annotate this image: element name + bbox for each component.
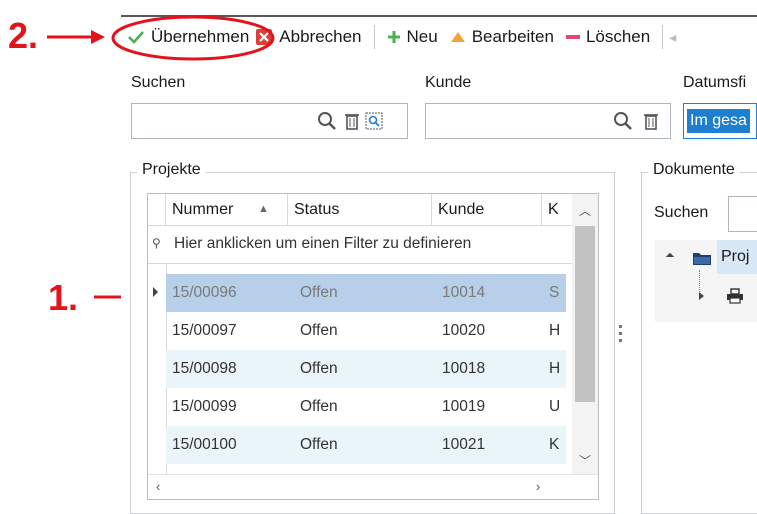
scroll-up-arrow-icon[interactable]: ︿ — [579, 202, 591, 219]
filter-hint: Hier anklicken um einen Filter zu defini… — [174, 235, 472, 252]
column-header-k[interactable]: K — [542, 194, 572, 225]
scrollbar-thumb[interactable] — [575, 226, 595, 402]
bearbeiten-label: Bearbeiten — [471, 27, 554, 46]
tree-expand-icon[interactable] — [665, 252, 675, 262]
filter-pin-icon: ⚲ — [152, 236, 161, 250]
splitter-handle-icon[interactable] — [619, 325, 623, 342]
table-row[interactable]: 15/00100 Offen 10021 K — [166, 426, 566, 464]
annotation-step-2: 2. — [8, 15, 39, 56]
scroll-down-arrow-icon[interactable]: ﹀ — [579, 452, 591, 469]
minus-icon — [565, 35, 580, 39]
projekte-grid: Nummer ▲ Status Kunde K ⚲ Hier anklicken… — [147, 193, 599, 500]
loeschen-label: Löschen — [585, 27, 651, 46]
annotation-step-1: 1. — [48, 277, 79, 318]
printer-icon — [727, 288, 743, 304]
edit-triangle-icon — [450, 32, 465, 42]
projekte-title: Projekte — [137, 161, 206, 179]
document-tree: Proj — [655, 240, 757, 322]
horizontal-scrollbar[interactable]: ‹ › — [148, 474, 598, 499]
row-indicator-header — [148, 194, 166, 225]
tree-child-expand-icon[interactable] — [699, 292, 704, 300]
kunde-trash-icon[interactable] — [640, 110, 662, 132]
datumsfilter-value: Im gesa — [687, 109, 750, 133]
dokumente-search-input[interactable] — [728, 196, 757, 232]
current-row-pointer-icon — [153, 287, 158, 297]
scroll-left-arrow-icon[interactable]: ‹ — [156, 479, 160, 494]
scroll-right-arrow-icon[interactable]: › — [536, 479, 540, 494]
table-row[interactable]: 15/00096 Offen 10014 S — [166, 274, 566, 312]
table-row[interactable]: 15/00097 Offen 10020 H — [166, 312, 566, 350]
trash-icon[interactable] — [341, 110, 363, 132]
kunde-label: Kunde — [425, 74, 472, 91]
suchen-label: Suchen — [131, 74, 186, 91]
dokumente-title: Dokumente — [648, 161, 740, 179]
table-row[interactable]: 15/00098 Offen 10018 H — [166, 350, 566, 388]
row-indicator-column — [148, 264, 167, 499]
neu-button[interactable]: Neu — [387, 27, 438, 47]
tree-root-label[interactable]: Proj — [717, 240, 757, 274]
neu-label: Neu — [406, 27, 438, 46]
abbrechen-label: Abbrechen — [279, 27, 362, 46]
bearbeiten-button[interactable]: Bearbeiten — [450, 27, 554, 47]
kunde-search-icon[interactable] — [612, 110, 634, 132]
grid-header: Nummer ▲ Status Kunde K — [148, 194, 598, 226]
column-header-nummer-label: Nummer — [172, 201, 234, 218]
more-arrow-icon[interactable]: ◂ — [669, 29, 676, 46]
plus-icon — [387, 31, 400, 43]
column-header-nummer[interactable]: Nummer ▲ — [166, 194, 288, 225]
column-header-status[interactable]: Status — [288, 194, 432, 225]
sort-ascending-icon: ▲ — [258, 203, 269, 215]
datumsfilter-select[interactable]: Im gesa — [683, 103, 757, 139]
folder-icon — [693, 253, 711, 265]
toolbar-separator — [373, 25, 375, 49]
annotation-arrow-2 — [47, 30, 105, 44]
tree-connector — [699, 270, 701, 292]
search-icon[interactable] — [316, 110, 338, 132]
dokumente-suchen-label: Suchen — [654, 204, 709, 221]
vertical-scrollbar[interactable]: ︿ ﹀ — [572, 194, 598, 474]
table-row[interactable]: 15/00099 Offen 10019 U — [166, 388, 566, 426]
extended-search-icon[interactable] — [363, 110, 385, 132]
kunde-input[interactable] — [425, 103, 671, 139]
annotation-circle — [111, 15, 275, 61]
filter-row[interactable]: ⚲ Hier anklicken um einen Filter zu defi… — [148, 226, 572, 264]
column-header-kunde[interactable]: Kunde — [432, 194, 542, 225]
toolbar-separator — [662, 25, 664, 49]
datumsfilter-label: Datumsfi — [683, 74, 747, 91]
loeschen-button[interactable]: Löschen — [565, 27, 651, 47]
